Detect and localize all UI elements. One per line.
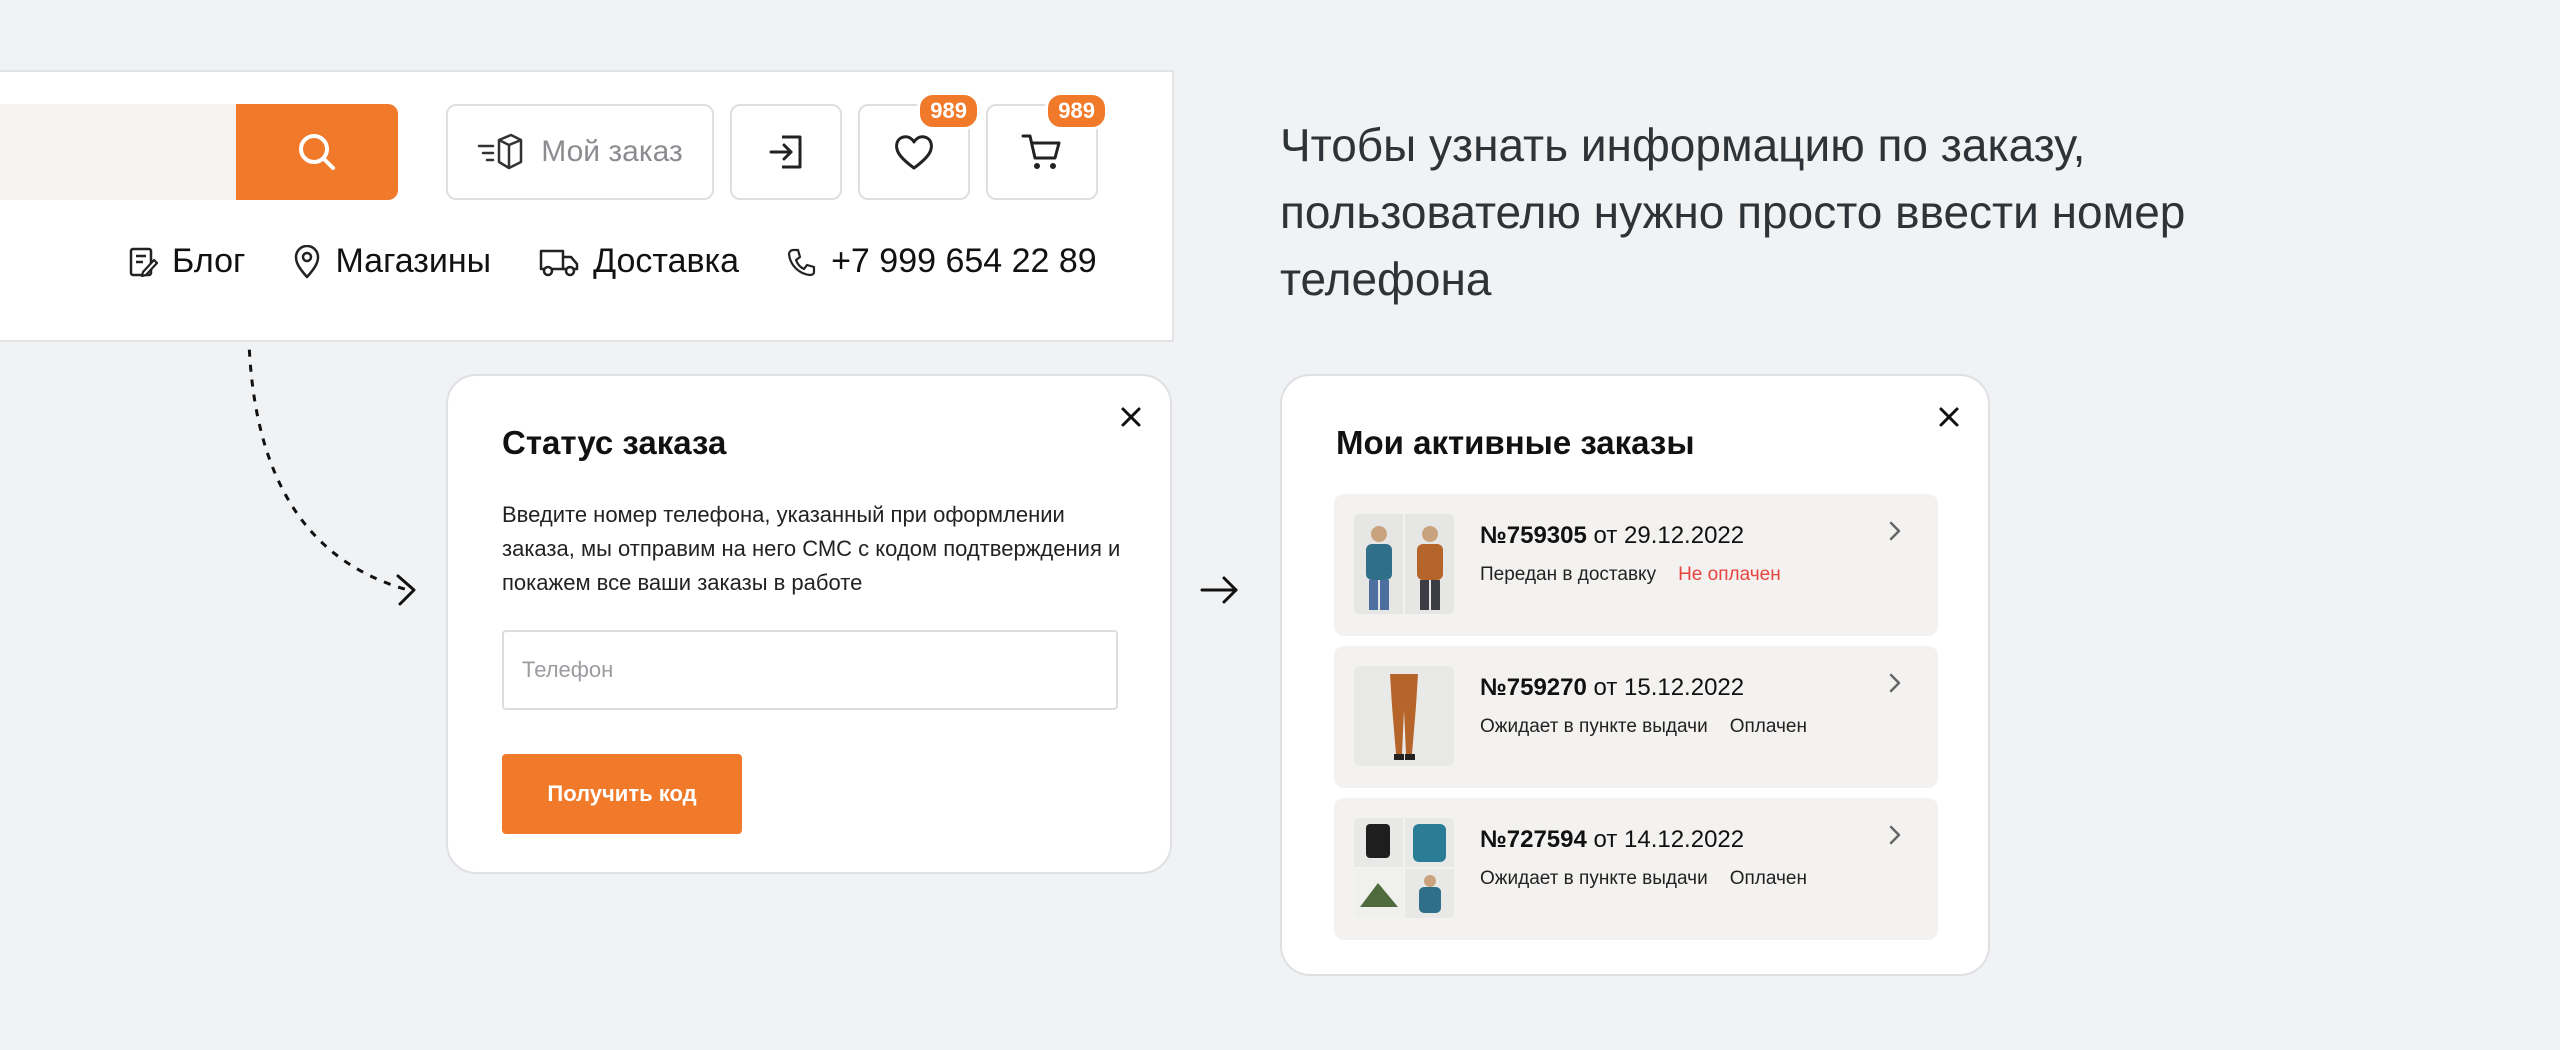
order-thumbnails bbox=[1354, 666, 1454, 766]
nav-item-blog[interactable]: Блог bbox=[128, 242, 245, 281]
payment-status: Оплачен bbox=[1729, 716, 1807, 737]
payment-status: Оплачен bbox=[1729, 868, 1807, 889]
product-image bbox=[1354, 666, 1454, 766]
box-delivery-icon bbox=[478, 133, 523, 170]
product-image bbox=[1354, 869, 1403, 918]
chevron-right-icon bbox=[1889, 521, 1901, 541]
order-card[interactable]: №759270 от 15.12.2022 Ожидает в пункте в… bbox=[1334, 646, 1938, 788]
payment-status: Не оплачен bbox=[1678, 564, 1781, 585]
cart-button[interactable]: 989 bbox=[986, 92, 1108, 200]
cart-icon bbox=[1021, 134, 1061, 169]
get-code-button[interactable]: Получить код bbox=[502, 754, 742, 834]
modal-description: Введите номер телефона, указанный при оф… bbox=[502, 502, 1121, 595]
order-status-modal: Статус заказа Введите номер телефона, ук… bbox=[446, 374, 1172, 874]
nav-item-stores[interactable]: Магазины bbox=[293, 242, 491, 281]
login-icon bbox=[769, 135, 802, 169]
order-date: от 14.12.2022 bbox=[1593, 826, 1745, 853]
header-nav: Блог Магазины Доставка +7 999 654 22 89 bbox=[128, 242, 1097, 281]
order-id: №759305 bbox=[1480, 522, 1587, 549]
order-thumbnails bbox=[1354, 818, 1454, 918]
product-image bbox=[1354, 514, 1403, 614]
cart-count-badge: 989 bbox=[1045, 92, 1108, 130]
order-date: от 15.12.2022 bbox=[1593, 674, 1745, 701]
delivery-status: Ожидает в пункте выдачи bbox=[1480, 868, 1708, 889]
my-order-button[interactable]: Мой заказ bbox=[446, 104, 714, 200]
product-image bbox=[1354, 818, 1403, 867]
intro-text: Чтобы узнать информацию по заказу, польз… bbox=[1280, 119, 2186, 305]
order-card[interactable]: №727594 от 14.12.2022 Ожидает в пункте в… bbox=[1334, 798, 1938, 940]
order-id: №727594 bbox=[1480, 826, 1587, 853]
map-pin-icon bbox=[295, 244, 320, 278]
phone-icon bbox=[787, 248, 816, 276]
site-header: Мой заказ 989 989 Блог Магазины Доставка… bbox=[0, 70, 1174, 342]
nav-item-phone[interactable]: +7 999 654 22 89 bbox=[787, 242, 1097, 281]
order-status-line: Ожидает в пункте выдачи Оплачен bbox=[1480, 716, 1807, 738]
heart-icon bbox=[895, 135, 933, 170]
login-button[interactable] bbox=[730, 104, 842, 200]
order-date: от 29.12.2022 bbox=[1593, 522, 1745, 549]
modal-title: Статус заказа bbox=[502, 424, 727, 461]
search-button[interactable] bbox=[236, 104, 398, 200]
favorites-count-badge: 989 bbox=[917, 92, 980, 130]
active-orders-modal: Мои активные заказы №759305 от 29.12.202… bbox=[1280, 374, 1990, 976]
nav-label-phone: +7 999 654 22 89 bbox=[831, 242, 1097, 280]
arrow-right-icon bbox=[1200, 576, 1238, 604]
orders-title: Мои активные заказы bbox=[1336, 424, 1695, 461]
nav-label-delivery: Доставка bbox=[593, 242, 740, 280]
phone-input[interactable] bbox=[502, 630, 1118, 710]
product-image bbox=[1405, 818, 1454, 867]
nav-label-blog: Блог bbox=[172, 242, 246, 280]
order-number: №759270 от 15.12.2022 bbox=[1480, 674, 1744, 702]
my-order-label: Мой заказ bbox=[541, 135, 683, 168]
nav-item-delivery[interactable]: Доставка bbox=[539, 242, 739, 281]
order-id: №759270 bbox=[1480, 674, 1587, 701]
product-image bbox=[1405, 869, 1454, 918]
nav-label-stores: Магазины bbox=[335, 242, 492, 280]
order-number: №759305 от 29.12.2022 bbox=[1480, 522, 1744, 550]
search-input[interactable] bbox=[0, 104, 240, 200]
product-image bbox=[1405, 514, 1454, 614]
delivery-status: Передан в доставку bbox=[1480, 564, 1657, 585]
order-status-line: Передан в доставку Не оплачен bbox=[1480, 564, 1781, 586]
order-status-line: Ожидает в пункте выдачи Оплачен bbox=[1480, 868, 1807, 890]
search-icon bbox=[299, 134, 335, 170]
truck-icon bbox=[539, 249, 579, 276]
order-thumbnails bbox=[1354, 514, 1454, 614]
blog-icon bbox=[129, 247, 158, 277]
favorites-button[interactable]: 989 bbox=[858, 92, 980, 200]
delivery-status: Ожидает в пункте выдачи bbox=[1480, 716, 1708, 737]
close-button[interactable] bbox=[1934, 402, 1964, 432]
chevron-right-icon bbox=[1889, 673, 1901, 693]
close-button[interactable] bbox=[1116, 402, 1146, 432]
order-number: №727594 от 14.12.2022 bbox=[1480, 826, 1744, 854]
chevron-right-icon bbox=[1889, 825, 1901, 845]
close-icon bbox=[1939, 407, 1959, 427]
close-icon bbox=[1121, 407, 1141, 427]
order-card[interactable]: №759305 от 29.12.2022 Передан в доставку… bbox=[1334, 494, 1938, 636]
